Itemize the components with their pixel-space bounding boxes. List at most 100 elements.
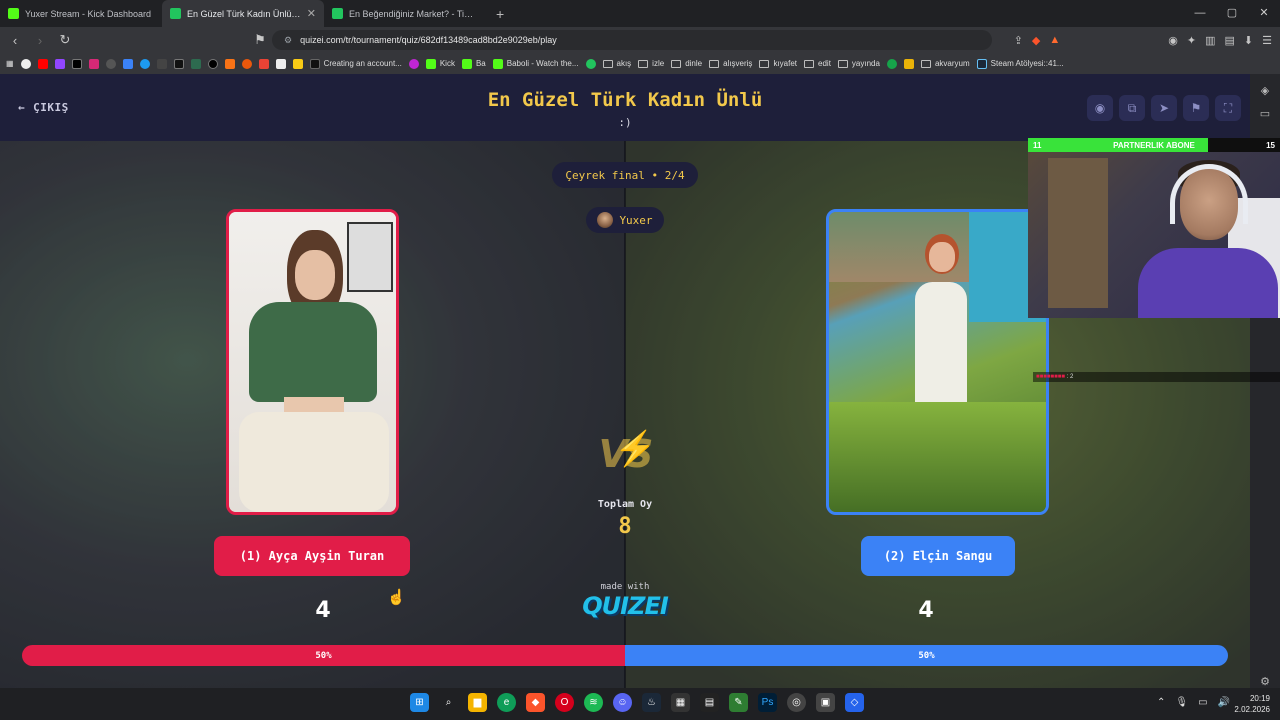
bookmark-github[interactable] [105, 58, 116, 69]
maximize-button[interactable]: ▢ [1216, 0, 1248, 27]
vpn-icon[interactable]: ◉ [1168, 34, 1178, 47]
vote-left-button[interactable]: (1) Ayça Ayşin Turan [214, 536, 410, 576]
bookmark-pinwheel[interactable] [408, 58, 419, 69]
extensions-icon[interactable]: ✦ [1187, 34, 1196, 47]
flag-icon[interactable]: ⚑ [1183, 95, 1209, 121]
bookmark-green[interactable] [190, 58, 201, 69]
bookmark-baboli[interactable]: Baboli - Watch the... [492, 58, 579, 69]
bookmark-x[interactable] [71, 58, 82, 69]
new-tab-button[interactable]: + [486, 6, 514, 22]
tab-kick-dashboard[interactable]: Yuxer Stream - Kick Dashboard [0, 0, 162, 27]
bookmark-orange[interactable] [224, 58, 235, 69]
bookmark-kick[interactable]: Kick [425, 58, 455, 69]
share-icon[interactable]: ⇪ [1014, 34, 1023, 47]
bookmark-greendot[interactable] [585, 58, 596, 69]
apps-icon[interactable]: ▦ [6, 59, 14, 68]
opera-icon[interactable]: O [555, 693, 574, 712]
minimize-button[interactable]: — [1184, 0, 1216, 27]
bookmark-folder-akis[interactable]: akış [602, 59, 631, 68]
windows-start-icon[interactable]: ⊞ [410, 693, 429, 712]
edge-icon[interactable]: e [497, 693, 516, 712]
contestant-left-image[interactable] [226, 209, 399, 515]
bookmark-blue[interactable] [139, 58, 150, 69]
downloads-icon[interactable]: ⬇ [1244, 34, 1253, 47]
url-field[interactable]: ⚙ quizei.com/tr/tournament/quiz/682df134… [272, 30, 992, 50]
file-explorer-icon[interactable]: ▆ [468, 693, 487, 712]
search-icon[interactable]: ⌕ [439, 693, 458, 712]
bookmark-figma[interactable] [156, 58, 167, 69]
bookmark-steam[interactable]: Steam Atölyesi::41... [976, 58, 1064, 69]
quizei-logo[interactable]: QUIZEI [575, 592, 675, 620]
discord-icon[interactable]: ☺ [613, 693, 632, 712]
bookmark-circle[interactable] [241, 58, 252, 69]
wallet-icon[interactable]: ▤ [1225, 34, 1235, 47]
send-icon[interactable]: ➤ [1151, 95, 1177, 121]
spotify-icon[interactable]: ≋ [584, 693, 603, 712]
bookmark-creating-account[interactable]: Creating an account... [309, 58, 402, 69]
microphone-icon[interactable]: 🎙 [1175, 697, 1188, 708]
bookmark-folder-dinle[interactable]: dinle [671, 59, 702, 68]
bookmark-ba[interactable]: Ba [461, 58, 486, 69]
close-tab-icon[interactable]: ✕ [307, 7, 316, 20]
eye-icon[interactable]: ◉ [1087, 95, 1113, 121]
brave-shield-icon[interactable]: ◆ [1032, 34, 1040, 47]
bookmark-amazon[interactable] [275, 58, 286, 69]
bookmark-gmail[interactable] [258, 58, 269, 69]
chevron-up-icon[interactable]: ⌃ [1157, 697, 1165, 708]
leo-icon[interactable]: ◈ [1250, 84, 1280, 97]
fullscreen-icon[interactable]: ⛶ [1215, 95, 1241, 121]
bookmark-yellow[interactable] [292, 58, 303, 69]
menu-icon[interactable]: ☰ [1262, 34, 1272, 47]
bookmark-folder-yayinda[interactable]: yayında [837, 59, 880, 68]
round-badge: Çeyrek final • 2/4 [552, 162, 698, 188]
speaker-icon[interactable]: 🔊 [1218, 697, 1230, 708]
reload-icon[interactable]: ↻ [55, 32, 75, 48]
calculator-icon[interactable]: ▦ [671, 693, 690, 712]
sidebar-toggle-icon[interactable]: ▥ [1205, 34, 1215, 47]
obs-icon[interactable]: ◎ [787, 693, 806, 712]
bookmark-greenapp[interactable] [886, 58, 897, 69]
back-arrow-icon[interactable]: ‹ [5, 33, 25, 48]
tab-title: En Beğendiğiniz Market? - Tier List | [349, 8, 478, 19]
folder-icon [709, 59, 720, 68]
vote-right-button[interactable]: (2) Elçin Sangu [861, 536, 1015, 576]
close-window-button[interactable]: ✕ [1248, 0, 1280, 27]
bookmark-google[interactable] [20, 58, 31, 69]
site-info-icon[interactable]: ⚙ [284, 35, 292, 46]
folder-icon [837, 59, 848, 68]
share-icon[interactable]: ⧉ [1119, 95, 1145, 121]
bookmark-instagram[interactable] [88, 58, 99, 69]
tiktok-icon [207, 58, 218, 69]
steam-icon[interactable]: ♨ [642, 693, 661, 712]
bookmark-folder-edit[interactable]: edit [804, 59, 831, 68]
epic-icon[interactable]: ▤ [700, 693, 719, 712]
contestant-right-image[interactable] [826, 209, 1049, 515]
bookmark-folder-izle[interactable]: izle [638, 59, 664, 68]
bookmark-folder-alisveris[interactable]: alışveriş [709, 59, 752, 68]
settings-gear-icon[interactable]: ⚙ [1250, 675, 1280, 688]
bookmark-youtube[interactable] [37, 58, 48, 69]
tab-list-icon[interactable]: ▭ [1250, 107, 1280, 120]
bookmark-yellowapp[interactable] [903, 58, 914, 69]
tab-quizei-tournament[interactable]: En Güzel Türk Kadın Ünlü - Tier L ✕ [162, 0, 324, 27]
quiz-title: En Güzel Türk Kadın Ünlü [487, 89, 763, 111]
bookmark-tiktok[interactable] [207, 58, 218, 69]
system-clock[interactable]: 20:19 2.02.2026 [1234, 693, 1270, 715]
bookmark-icon[interactable]: ⚑ [250, 32, 270, 48]
brave-icon[interactable]: ◆ [526, 693, 545, 712]
photoshop-icon[interactable]: Ps [758, 693, 777, 712]
app-icon[interactable]: ✎ [729, 693, 748, 712]
bookmark-folder-akvaryum[interactable]: akvaryum [920, 59, 970, 68]
kick-icon [8, 8, 19, 19]
bookmark-label: kıyafet [773, 59, 798, 68]
bookmark-cloud[interactable] [122, 58, 133, 69]
app-icon[interactable]: ▣ [816, 693, 835, 712]
forward-arrow-icon[interactable]: › [30, 33, 50, 48]
app-icon[interactable]: ◇ [845, 693, 864, 712]
tab-tier-list[interactable]: En Beğendiğiniz Market? - Tier List | [324, 0, 486, 27]
bookmark-w[interactable] [173, 58, 184, 69]
bookmark-twitch[interactable] [54, 58, 65, 69]
rewards-icon[interactable]: ▲ [1049, 34, 1060, 46]
network-icon[interactable]: ▭ [1198, 697, 1207, 708]
bookmark-folder-kiyafet[interactable]: kıyafet [759, 59, 797, 68]
